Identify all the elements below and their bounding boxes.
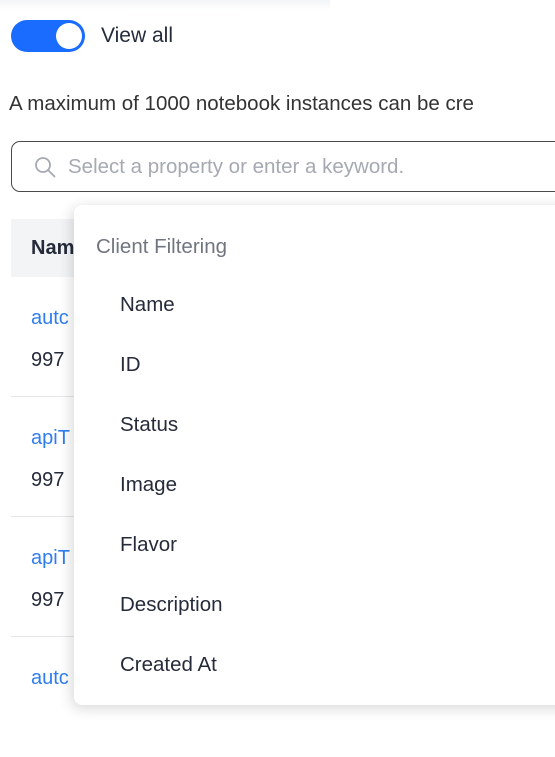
- search-input[interactable]: Select a property or enter a keyword.: [11, 141, 555, 192]
- row-name-link[interactable]: autc: [31, 307, 69, 330]
- dropdown-item-flavor[interactable]: Flavor: [120, 533, 177, 557]
- toggle-knob: [56, 23, 82, 49]
- row-id-text: 997: [31, 349, 65, 371]
- view-all-label: View all: [101, 24, 173, 47]
- view-all-toggle[interactable]: [11, 20, 85, 52]
- search-icon: [35, 156, 56, 177]
- row-id-text: 997: [31, 589, 65, 611]
- dropdown-item-created-at[interactable]: Created At: [120, 653, 217, 677]
- dropdown-item-name[interactable]: Name: [120, 293, 175, 317]
- top-fade: [0, 0, 330, 10]
- filter-property-dropdown: Client Filtering Name ID Status Image Fl…: [74, 205, 555, 705]
- row-name-link[interactable]: apiT: [31, 547, 70, 570]
- dropdown-item-description[interactable]: Description: [120, 593, 223, 617]
- dropdown-item-id[interactable]: ID: [120, 353, 141, 377]
- row-name-link[interactable]: apiT: [31, 427, 70, 450]
- dropdown-item-image[interactable]: Image: [120, 473, 177, 497]
- instance-limit-text: A maximum of 1000 notebook instances can…: [9, 92, 474, 115]
- client-filtering-group-label: Client Filtering: [96, 235, 228, 258]
- row-id-text: 997: [31, 469, 65, 491]
- view-all-row: View all: [11, 20, 173, 52]
- search-placeholder: Select a property or enter a keyword.: [68, 154, 405, 178]
- column-header-name[interactable]: Nam: [31, 237, 74, 260]
- row-name-link[interactable]: autc: [31, 667, 69, 690]
- dropdown-item-status[interactable]: Status: [120, 413, 178, 437]
